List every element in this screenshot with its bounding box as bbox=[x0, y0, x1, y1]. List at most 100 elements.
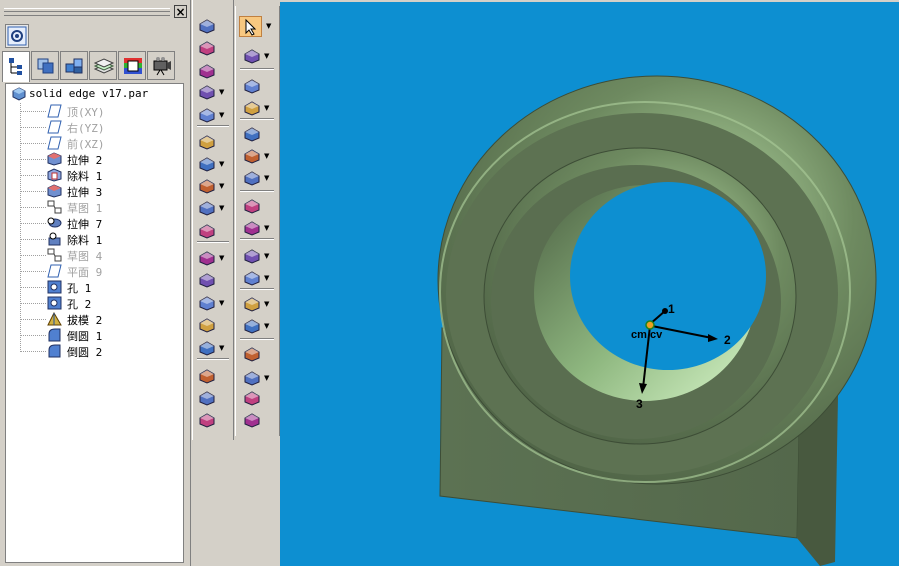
tree-item[interactable]: 拔模 2 bbox=[20, 311, 180, 327]
part-body-icon bbox=[244, 79, 260, 94]
part-body-button[interactable] bbox=[240, 76, 264, 96]
dropdown-arrow-icon[interactable]: ▼ bbox=[264, 274, 269, 282]
intersect-icon bbox=[244, 249, 260, 264]
round-icon bbox=[47, 344, 62, 358]
dropdown-arrow-icon[interactable]: ▼ bbox=[219, 111, 224, 119]
tree-connector bbox=[20, 127, 46, 128]
dropdown-arrow-icon[interactable]: ▼ bbox=[264, 174, 269, 182]
tree-item[interactable]: 右(YZ) bbox=[20, 119, 180, 135]
tree-item[interactable]: 拉伸 7 bbox=[20, 215, 180, 231]
tree-item[interactable]: 平面 9 bbox=[20, 263, 180, 279]
pathfinder-tabs bbox=[2, 51, 188, 82]
tree-item[interactable]: 草图 4 bbox=[20, 247, 180, 263]
tree-item-label: 拉伸 3 bbox=[67, 186, 103, 199]
intersect-button[interactable] bbox=[240, 246, 264, 266]
plane-icon bbox=[47, 136, 62, 150]
axis-label-2: 2 bbox=[724, 333, 731, 347]
measure-button[interactable] bbox=[240, 388, 264, 408]
tree-root-label: solid edge v17.par bbox=[29, 87, 149, 100]
sketch-icon bbox=[244, 49, 260, 64]
revolve-button[interactable] bbox=[195, 38, 219, 58]
dropdown-arrow-icon[interactable]: ▼ bbox=[219, 254, 224, 262]
graphics-viewport[interactable]: 1 2 3 cm cv bbox=[280, 2, 899, 566]
vent-button[interactable] bbox=[195, 315, 219, 335]
toolbar-separator bbox=[240, 68, 274, 70]
sketch-button[interactable] bbox=[240, 46, 264, 66]
cutout-toggle-button[interactable] bbox=[195, 61, 219, 81]
pathfinder-options-icon[interactable] bbox=[5, 24, 29, 48]
protrusion-button[interactable] bbox=[195, 16, 219, 36]
curve-button[interactable] bbox=[240, 196, 264, 216]
dropdown-arrow-icon[interactable]: ▼ bbox=[264, 104, 269, 112]
draft-button[interactable] bbox=[195, 221, 219, 241]
dropdown-arrow-icon[interactable]: ▼ bbox=[219, 299, 224, 307]
web-button[interactable] bbox=[195, 270, 219, 290]
arc-button[interactable] bbox=[240, 168, 264, 188]
constraint-button[interactable] bbox=[240, 316, 264, 336]
tree-item[interactable]: 孔 1 bbox=[20, 279, 180, 295]
mirror-button[interactable] bbox=[195, 338, 219, 358]
tree-item[interactable]: 顶(XY) bbox=[20, 103, 180, 119]
round-button[interactable] bbox=[195, 176, 219, 196]
tab-camera[interactable] bbox=[147, 51, 175, 80]
tree-connector bbox=[20, 175, 46, 176]
tree-item[interactable]: 拉伸 3 bbox=[20, 183, 180, 199]
hole-button[interactable] bbox=[195, 132, 219, 152]
select-tool-button[interactable] bbox=[239, 16, 262, 37]
tree-item[interactable]: 拉伸 2 bbox=[20, 151, 180, 167]
rib-button[interactable] bbox=[195, 248, 219, 268]
extrude-button[interactable] bbox=[195, 82, 219, 102]
dropdown-arrow-icon[interactable]: ▼ bbox=[266, 22, 271, 30]
toolbar-separator bbox=[240, 338, 274, 340]
cutout-icon bbox=[47, 168, 62, 182]
axis-button[interactable] bbox=[240, 344, 264, 364]
cutout-button[interactable] bbox=[195, 154, 219, 174]
dropdown-arrow-icon[interactable]: ▼ bbox=[219, 182, 224, 190]
dropdown-arrow-icon[interactable]: ▼ bbox=[264, 252, 269, 260]
thin-wall-button[interactable] bbox=[195, 105, 219, 125]
offset-button[interactable] bbox=[195, 388, 219, 408]
tree-connector bbox=[20, 207, 46, 208]
split-button[interactable] bbox=[240, 268, 264, 288]
tree-connector bbox=[20, 335, 46, 336]
tab-layers[interactable] bbox=[31, 51, 59, 80]
tree-item[interactable]: 前(XZ) bbox=[20, 135, 180, 151]
dropdown-arrow-icon[interactable]: ▼ bbox=[264, 52, 269, 60]
panel-grip[interactable] bbox=[4, 8, 170, 16]
surface-button[interactable] bbox=[240, 218, 264, 238]
dropdown-arrow-icon[interactable]: ▼ bbox=[219, 160, 224, 168]
tree-item[interactable]: 孔 2 bbox=[20, 295, 180, 311]
tree-item[interactable]: 草图 1 bbox=[20, 199, 180, 215]
close-panel-button[interactable]: × bbox=[174, 5, 187, 18]
dropdown-arrow-icon[interactable]: ▼ bbox=[264, 322, 269, 330]
dropdown-arrow-icon[interactable]: ▼ bbox=[264, 152, 269, 160]
dropdown-arrow-icon[interactable]: ▼ bbox=[219, 204, 224, 212]
plane-button[interactable] bbox=[240, 124, 264, 144]
dropdown-arrow-icon[interactable]: ▼ bbox=[264, 224, 269, 232]
tree-item[interactable]: 倒圆 2 bbox=[20, 343, 180, 359]
lip-button[interactable] bbox=[195, 293, 219, 313]
dropdown-arrow-icon[interactable]: ▼ bbox=[264, 374, 269, 382]
pattern-button[interactable] bbox=[195, 366, 219, 386]
line-button[interactable] bbox=[240, 146, 264, 166]
cylinder-button[interactable] bbox=[240, 294, 264, 314]
feature-tree[interactable]: solid edge v17.par 顶(XY) 右(YZ) 前(XZ) 拉伸 2 除料… bbox=[5, 83, 184, 563]
chamfer-button[interactable] bbox=[195, 198, 219, 218]
thicken-button[interactable] bbox=[195, 410, 219, 430]
frame-button[interactable] bbox=[240, 368, 264, 388]
tab-material[interactable] bbox=[118, 51, 146, 80]
dropdown-arrow-icon[interactable]: ▼ bbox=[219, 344, 224, 352]
tab-feature-tree[interactable] bbox=[2, 51, 30, 82]
tab-assembly[interactable] bbox=[60, 51, 88, 80]
tree-item[interactable]: 倒圆 1 bbox=[20, 327, 180, 343]
tree-root[interactable]: solid edge v17.par bbox=[12, 87, 148, 103]
tree-item[interactable]: 除料 1 bbox=[20, 167, 180, 183]
tree-item-label: 除料 1 bbox=[67, 234, 103, 247]
tab-sheets[interactable] bbox=[89, 51, 117, 80]
cutout-icon bbox=[199, 157, 215, 172]
dropdown-arrow-icon[interactable]: ▼ bbox=[264, 300, 269, 308]
edit-button[interactable] bbox=[240, 410, 264, 430]
box-button[interactable] bbox=[240, 98, 264, 118]
tree-item[interactable]: 除料 1 bbox=[20, 231, 180, 247]
dropdown-arrow-icon[interactable]: ▼ bbox=[219, 88, 224, 96]
